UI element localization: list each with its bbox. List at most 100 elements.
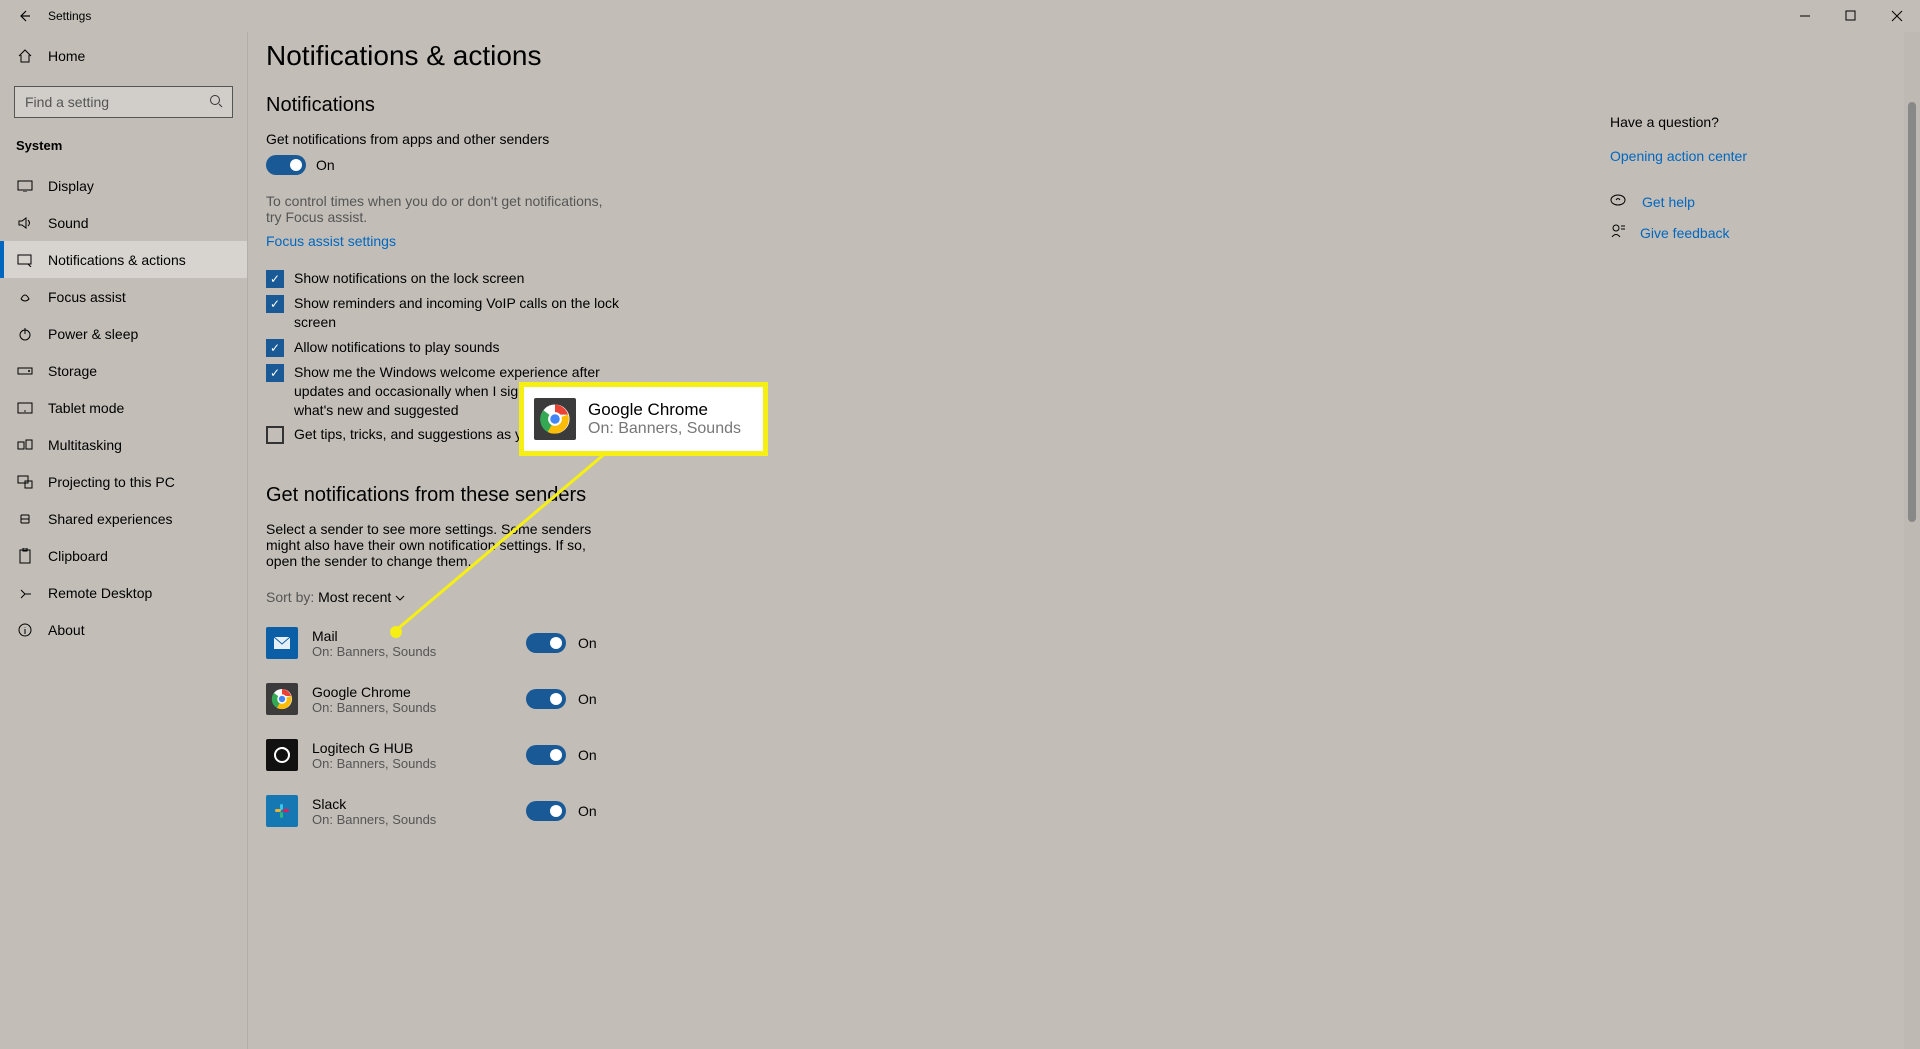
sender-mail[interactable]: MailOn: Banners, Sounds On xyxy=(266,615,1008,671)
toggle-state: On xyxy=(578,803,597,819)
callout-chrome: Google Chrome On: Banners, Sounds xyxy=(524,387,763,451)
window-title: Settings xyxy=(48,9,91,23)
sidebar-item-label: Notifications & actions xyxy=(48,252,186,268)
feedback-icon xyxy=(1610,223,1626,242)
back-button[interactable] xyxy=(0,0,48,32)
sidebar-item-label: Tablet mode xyxy=(48,400,124,416)
sidebar-item-storage[interactable]: Storage xyxy=(0,352,247,389)
get-help-link[interactable]: Get help xyxy=(1642,194,1695,210)
maximize-icon xyxy=(1845,10,1857,22)
shared-icon xyxy=(16,511,34,527)
checkbox-label[interactable]: Show reminders and incoming VoIP calls o… xyxy=(294,294,634,332)
sidebar-item-power[interactable]: Power & sleep xyxy=(0,315,247,352)
senders-hint: Select a sender to see more settings. So… xyxy=(266,521,616,569)
notifications-header: Notifications xyxy=(266,94,1008,117)
sidebar-item-tablet[interactable]: Tablet mode xyxy=(0,389,247,426)
minimize-button[interactable] xyxy=(1782,0,1828,32)
checkbox-sounds[interactable]: ✓ xyxy=(266,339,284,357)
callout-sub: On: Banners, Sounds xyxy=(588,420,741,438)
sender-name: Logitech G HUB xyxy=(312,740,512,756)
about-icon xyxy=(16,622,34,638)
focus-assist-link[interactable]: Focus assist settings xyxy=(266,233,1008,249)
checkbox-label[interactable]: Allow notifications to play sounds xyxy=(294,338,499,357)
sidebar-home-label: Home xyxy=(48,48,85,64)
search-input[interactable] xyxy=(14,86,233,118)
sender-chrome-toggle[interactable] xyxy=(526,689,566,709)
power-icon xyxy=(16,326,34,342)
sender-logitech[interactable]: Logitech G HUBOn: Banners, Sounds On xyxy=(266,727,1008,783)
storage-icon xyxy=(16,366,34,376)
have-question: Have a question? xyxy=(1610,114,1820,130)
senders-header: Get notifications from these senders xyxy=(266,484,1008,507)
right-pane: Have a question? Opening action center G… xyxy=(1610,114,1820,254)
help-icon xyxy=(1610,192,1628,211)
checkbox-tips[interactable] xyxy=(266,426,284,444)
sender-name: Slack xyxy=(312,796,512,812)
sidebar-item-sound[interactable]: Sound xyxy=(0,204,247,241)
get-notifs-toggle[interactable] xyxy=(266,155,306,175)
toggle-state: On xyxy=(316,157,335,173)
chrome-icon xyxy=(266,683,298,715)
close-icon xyxy=(1891,10,1903,22)
sidebar-item-clipboard[interactable]: Clipboard xyxy=(0,537,247,574)
sidebar-item-label: Clipboard xyxy=(48,548,108,564)
sound-icon xyxy=(16,216,34,230)
sidebar: Home System Display Sound Notifications … xyxy=(0,32,248,1049)
sender-sub: On: Banners, Sounds xyxy=(312,756,512,771)
sender-mail-toggle[interactable] xyxy=(526,633,566,653)
checkbox-voip[interactable]: ✓ xyxy=(266,295,284,313)
sidebar-item-label: Power & sleep xyxy=(48,326,138,342)
display-icon xyxy=(16,180,34,192)
maximize-button[interactable] xyxy=(1828,0,1874,32)
minimize-icon xyxy=(1799,10,1811,22)
sort-dropdown[interactable]: Most recent xyxy=(318,589,405,605)
sidebar-item-focus-assist[interactable]: Focus assist xyxy=(0,278,247,315)
window-controls xyxy=(1782,0,1920,32)
page-title: Notifications & actions xyxy=(266,40,1008,72)
sidebar-item-display[interactable]: Display xyxy=(0,167,247,204)
callout-name: Google Chrome xyxy=(588,400,741,420)
chrome-icon xyxy=(534,398,576,440)
scrollbar[interactable] xyxy=(1904,32,1920,1049)
give-feedback-link[interactable]: Give feedback xyxy=(1640,225,1730,241)
tablet-icon xyxy=(16,402,34,414)
sender-chrome[interactable]: Google ChromeOn: Banners, Sounds On xyxy=(266,671,1008,727)
sender-logitech-toggle[interactable] xyxy=(526,745,566,765)
opening-action-center-link[interactable]: Opening action center xyxy=(1610,148,1820,164)
sidebar-item-about[interactable]: About xyxy=(0,611,247,648)
scrollbar-thumb[interactable] xyxy=(1908,102,1916,522)
close-button[interactable] xyxy=(1874,0,1920,32)
sidebar-item-multitasking[interactable]: Multitasking xyxy=(0,426,247,463)
mail-icon xyxy=(266,627,298,659)
sidebar-item-shared[interactable]: Shared experiences xyxy=(0,500,247,537)
notifications-icon xyxy=(16,253,34,267)
home-icon xyxy=(16,48,34,64)
sidebar-item-notifications[interactable]: Notifications & actions xyxy=(0,241,247,278)
arrow-left-icon xyxy=(17,9,31,23)
checkbox-label[interactable]: Show notifications on the lock screen xyxy=(294,269,524,288)
slack-icon xyxy=(266,795,298,827)
sidebar-group-label: System xyxy=(0,130,247,159)
checkbox-lock-screen[interactable]: ✓ xyxy=(266,270,284,288)
sidebar-item-label: Projecting to this PC xyxy=(48,474,175,490)
chevron-down-icon xyxy=(395,594,405,602)
sidebar-home[interactable]: Home xyxy=(0,36,247,76)
sidebar-item-projecting[interactable]: Projecting to this PC xyxy=(0,463,247,500)
sender-slack[interactable]: SlackOn: Banners, Sounds On xyxy=(266,783,1008,839)
projecting-icon xyxy=(16,475,34,489)
remote-desktop-icon xyxy=(16,586,34,600)
sidebar-item-label: Focus assist xyxy=(48,289,126,305)
sender-slack-toggle[interactable] xyxy=(526,801,566,821)
multitasking-icon xyxy=(16,439,34,451)
sidebar-item-label: Storage xyxy=(48,363,97,379)
sidebar-item-label: Display xyxy=(48,178,94,194)
get-notifs-label: Get notifications from apps and other se… xyxy=(266,131,1008,147)
sender-sub: On: Banners, Sounds xyxy=(312,644,512,659)
sidebar-item-label: About xyxy=(48,622,85,638)
sender-name: Mail xyxy=(312,628,512,644)
checkbox-welcome[interactable]: ✓ xyxy=(266,364,284,382)
sidebar-item-remote-desktop[interactable]: Remote Desktop xyxy=(0,574,247,611)
toggle-state: On xyxy=(578,691,597,707)
sidebar-item-label: Remote Desktop xyxy=(48,585,152,601)
focus-assist-icon xyxy=(16,289,34,305)
